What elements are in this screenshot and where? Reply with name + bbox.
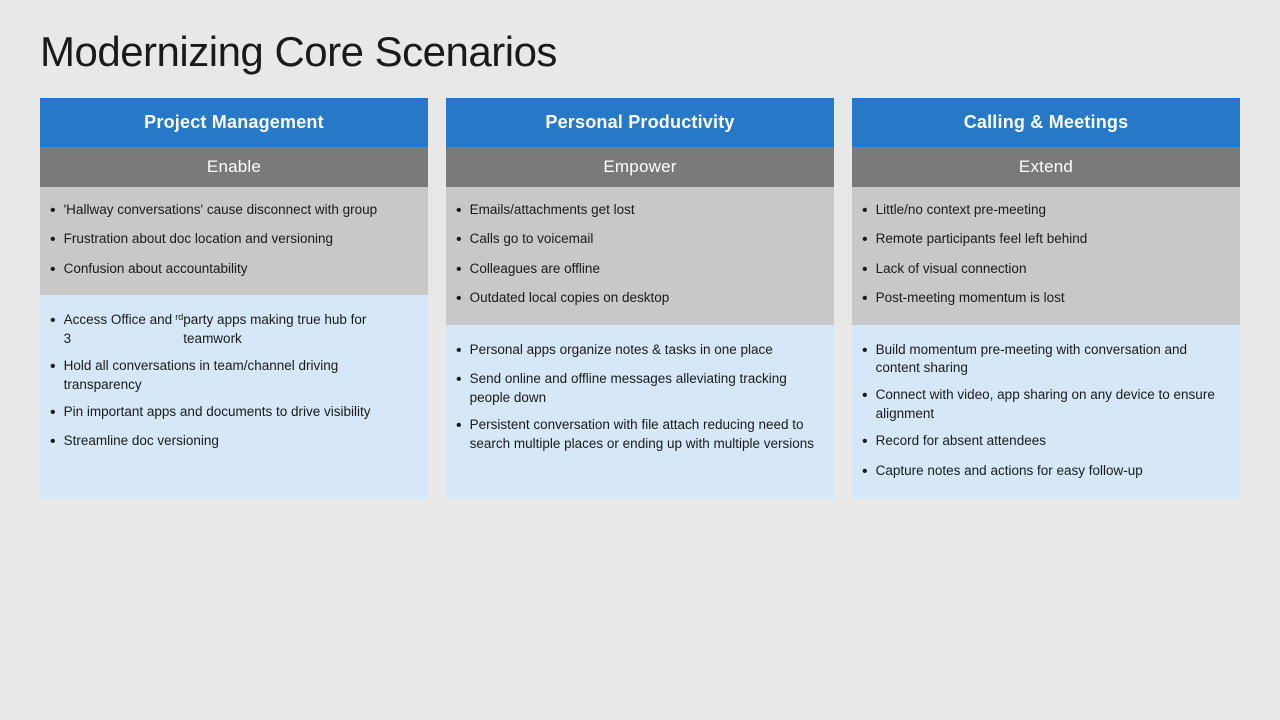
list-item: Emails/attachments get lost [456, 201, 818, 222]
list-item: Colleagues are offline [456, 260, 818, 281]
problems-project-management: 'Hallway conversations' cause disconnect… [40, 187, 428, 295]
subheader-project-management: Enable [40, 147, 428, 187]
list-item: Outdated local copies on desktop [456, 289, 818, 310]
list-item: Access Office and 3rd party apps making … [50, 311, 412, 349]
solutions-project-management: Access Office and 3rd party apps making … [40, 295, 428, 499]
subheader-calling-meetings: Extend [852, 147, 1240, 187]
list-item: Connect with video, app sharing on any d… [862, 386, 1224, 424]
header-personal-productivity: Personal Productivity [446, 98, 834, 147]
column-project-management: Project Management Enable 'Hallway conve… [40, 98, 428, 499]
list-item: Hold all conversations in team/channel d… [50, 357, 412, 395]
main-grid: Project Management Enable 'Hallway conve… [40, 98, 1240, 499]
list-item: Confusion about accountability [50, 260, 412, 281]
problems-calling-meetings: Little/no context pre-meeting Remote par… [852, 187, 1240, 325]
solutions-list-pm: Access Office and 3rd party apps making … [50, 311, 412, 453]
solutions-list-pp: Personal apps organize notes & tasks in … [456, 341, 818, 454]
column-calling-meetings: Calling & Meetings Extend Little/no cont… [852, 98, 1240, 499]
list-item: Lack of visual connection [862, 260, 1224, 281]
list-item: Personal apps organize notes & tasks in … [456, 341, 818, 362]
header-project-management: Project Management [40, 98, 428, 147]
list-item: Calls go to voicemail [456, 230, 818, 251]
list-item: Capture notes and actions for easy follo… [862, 462, 1224, 483]
list-item: 'Hallway conversations' cause disconnect… [50, 201, 412, 222]
subheader-personal-productivity: Empower [446, 147, 834, 187]
problems-list-cm: Little/no context pre-meeting Remote par… [862, 201, 1224, 311]
solutions-personal-productivity: Personal apps organize notes & tasks in … [446, 325, 834, 499]
problems-list-pp: Emails/attachments get lost Calls go to … [456, 201, 818, 311]
problems-list-pm: 'Hallway conversations' cause disconnect… [50, 201, 412, 281]
list-item: Build momentum pre-meeting with conversa… [862, 341, 1224, 379]
list-item: Remote participants feel left behind [862, 230, 1224, 251]
solutions-list-cm: Build momentum pre-meeting with conversa… [862, 341, 1224, 483]
page: Modernizing Core Scenarios Project Manag… [0, 0, 1280, 720]
header-calling-meetings: Calling & Meetings [852, 98, 1240, 147]
list-item: Streamline doc versioning [50, 432, 412, 453]
column-personal-productivity: Personal Productivity Empower Emails/att… [446, 98, 834, 499]
list-item: Send online and offline messages allevia… [456, 370, 818, 408]
list-item: Post-meeting momentum is lost [862, 289, 1224, 310]
list-item: Little/no context pre-meeting [862, 201, 1224, 222]
solutions-calling-meetings: Build momentum pre-meeting with conversa… [852, 325, 1240, 499]
list-item: Frustration about doc location and versi… [50, 230, 412, 251]
page-title: Modernizing Core Scenarios [40, 28, 1240, 76]
list-item: Persistent conversation with file attach… [456, 416, 818, 454]
list-item: Pin important apps and documents to driv… [50, 403, 412, 424]
problems-personal-productivity: Emails/attachments get lost Calls go to … [446, 187, 834, 325]
list-item: Record for absent attendees [862, 432, 1224, 453]
